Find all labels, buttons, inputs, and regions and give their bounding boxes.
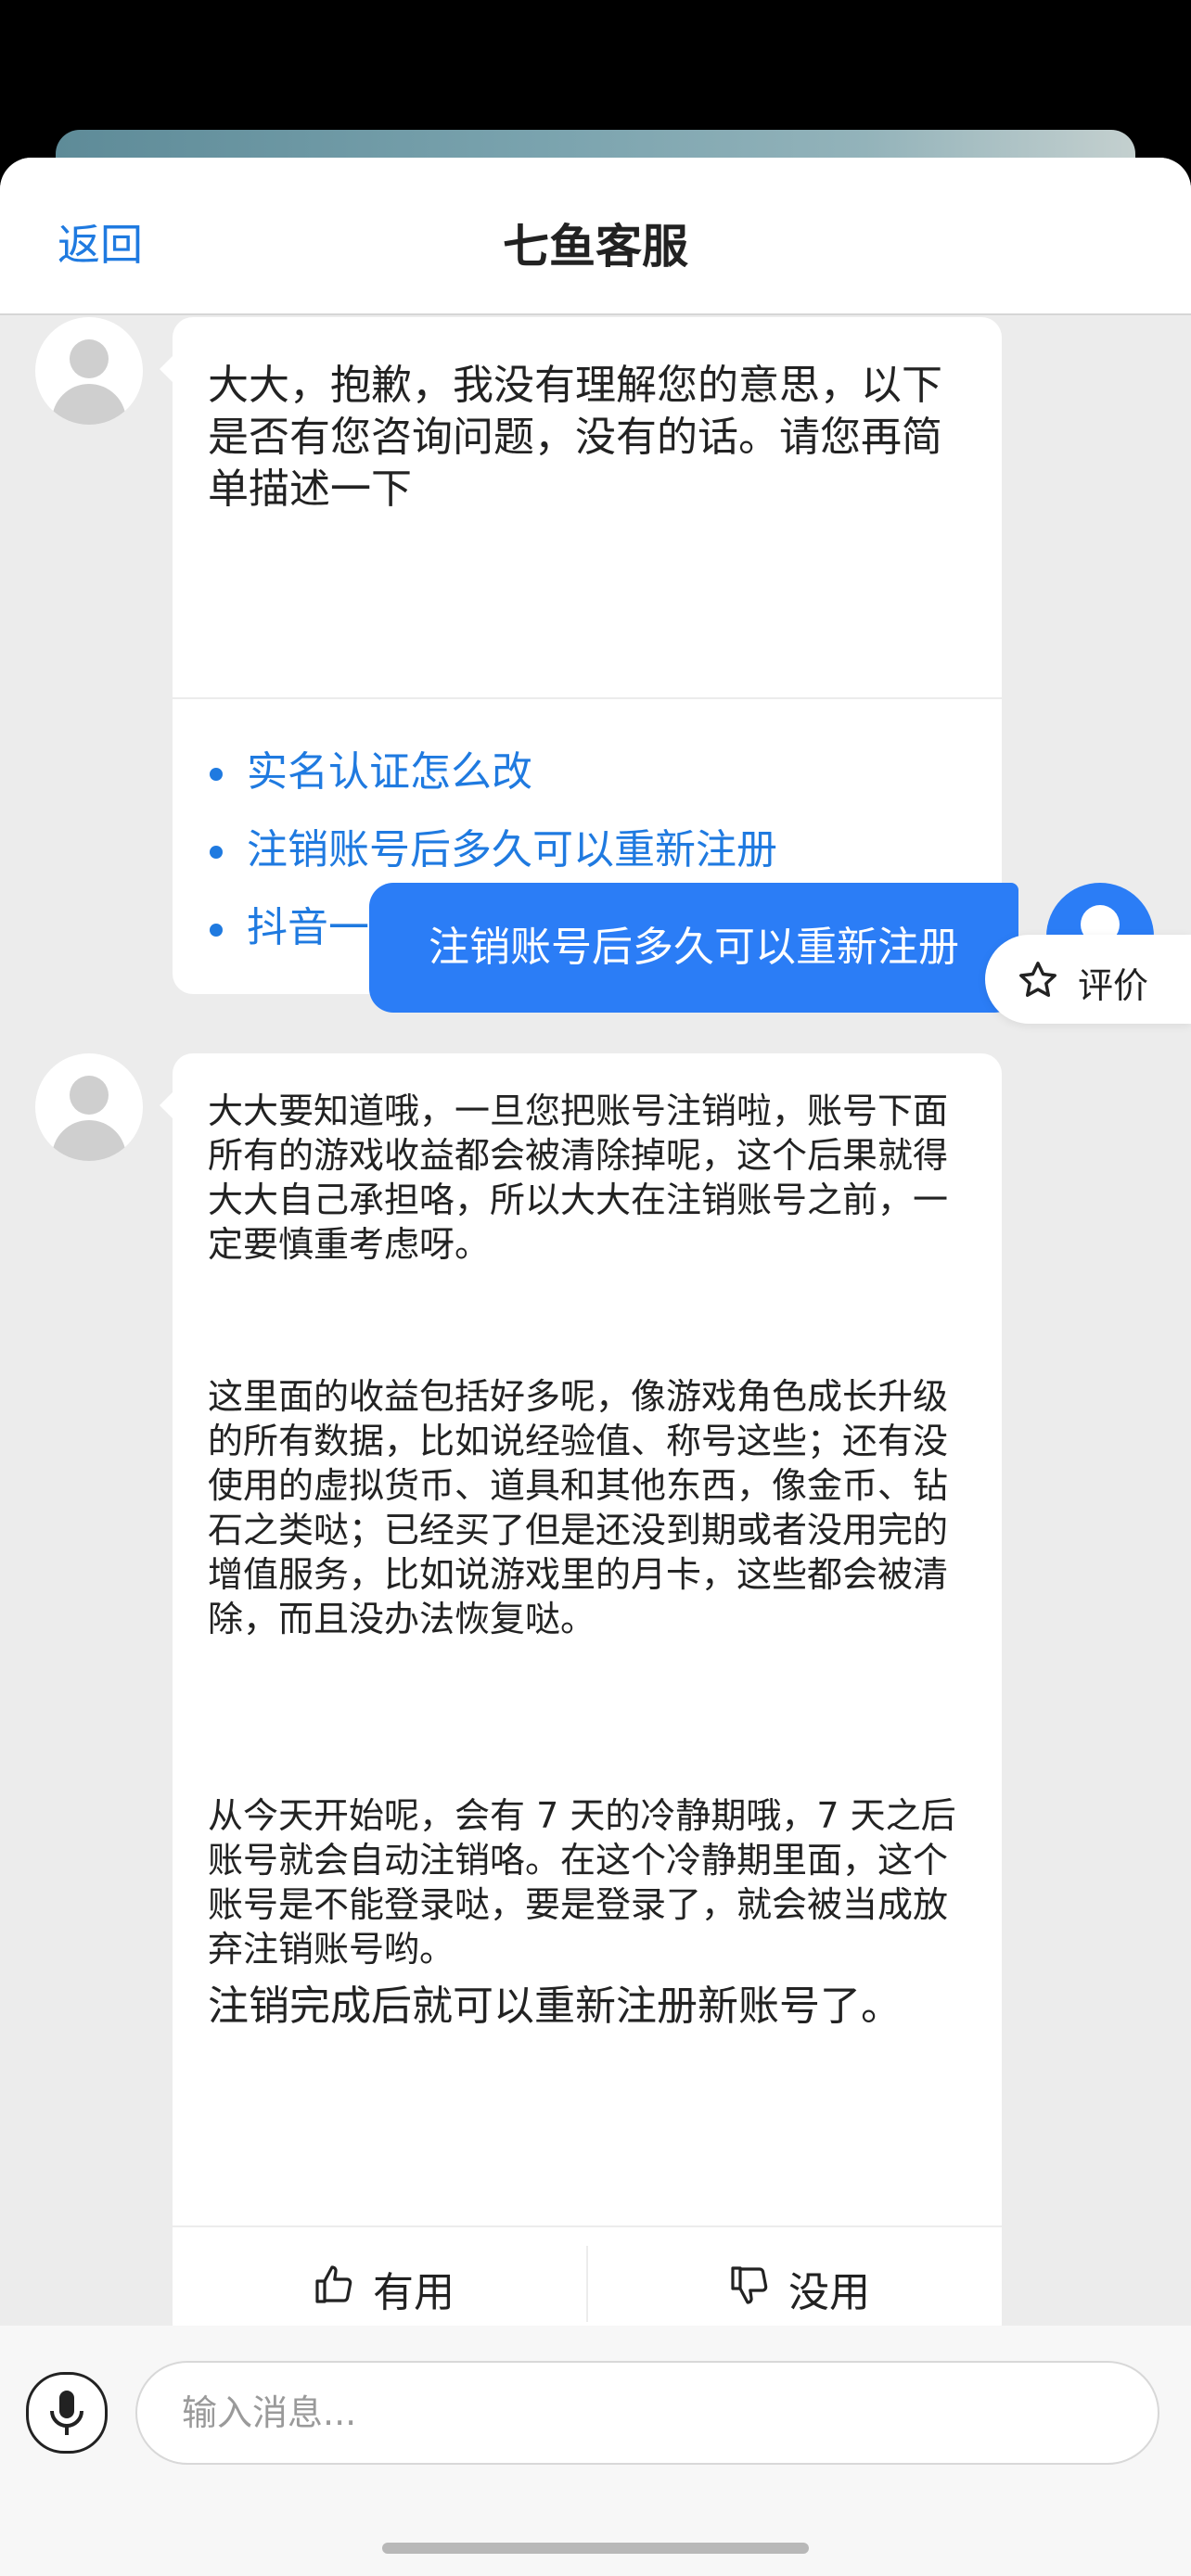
star-outline-icon — [1019, 962, 1057, 998]
answer-paragraph: 这里面的收益包括好多呢，像游戏角色成长升级的所有数据，比如说经验值、称号这些；还… — [208, 1376, 949, 1639]
microphone-icon — [50, 2391, 83, 2435]
header-bar: 返回 七鱼客服 — [0, 158, 1191, 315]
rate-button[interactable]: 评价 — [985, 935, 1191, 1024]
agent-avatar — [35, 1053, 143, 1161]
thumbs-up-icon — [315, 2265, 352, 2303]
bubble-divider — [173, 697, 1002, 699]
useless-label: 没用 — [788, 2269, 870, 2316]
message-input[interactable] — [135, 2361, 1159, 2465]
customer-service-sheet: 返回 七鱼客服 大大，抱歉，我没有理解您的意思，以下是否有您咨询问题，没有的话。… — [0, 158, 1191, 2576]
user-message: 注销账号后多久可以重新注册 — [369, 883, 1018, 1013]
useful-label: 有用 — [373, 2269, 455, 2316]
rate-label: 评价 — [1078, 965, 1149, 1006]
agent-avatar — [35, 317, 143, 425]
thumbs-down-icon — [731, 2266, 768, 2304]
home-indicator — [382, 2543, 809, 2554]
page-title: 七鱼客服 — [503, 220, 688, 274]
answer-paragraph: 大大要知道哦，一旦您把账号注销啦，账号下面所有的游戏收益都会被清除掉呢，这个后果… — [208, 1090, 949, 1265]
answer-paragraph: 从今天开始呢，会有 7 天的冷静期哦，7 天之后账号就会自动注销咯。在这个冷静期… — [208, 1795, 956, 1970]
bot-message-text: 大大，抱歉，我没有理解您的意思，以下是否有您咨询问题，没有的话。请您再简单描述一… — [208, 362, 942, 513]
input-bar — [0, 2326, 1191, 2576]
bot-message-2: 大大要知道哦，一旦您把账号注销啦，账号下面所有的游戏收益都会被清除掉呢，这个后果… — [160, 1053, 1002, 2344]
voice-input-button[interactable] — [26, 2372, 108, 2454]
answer-last-line: 注销完成后就可以重新注册新账号了。 — [208, 1983, 902, 2030]
suggestion-item[interactable]: 实名认证怎么改 — [210, 738, 532, 797]
suggestion-item[interactable]: 注销账号后多久可以重新注册 — [210, 816, 777, 875]
